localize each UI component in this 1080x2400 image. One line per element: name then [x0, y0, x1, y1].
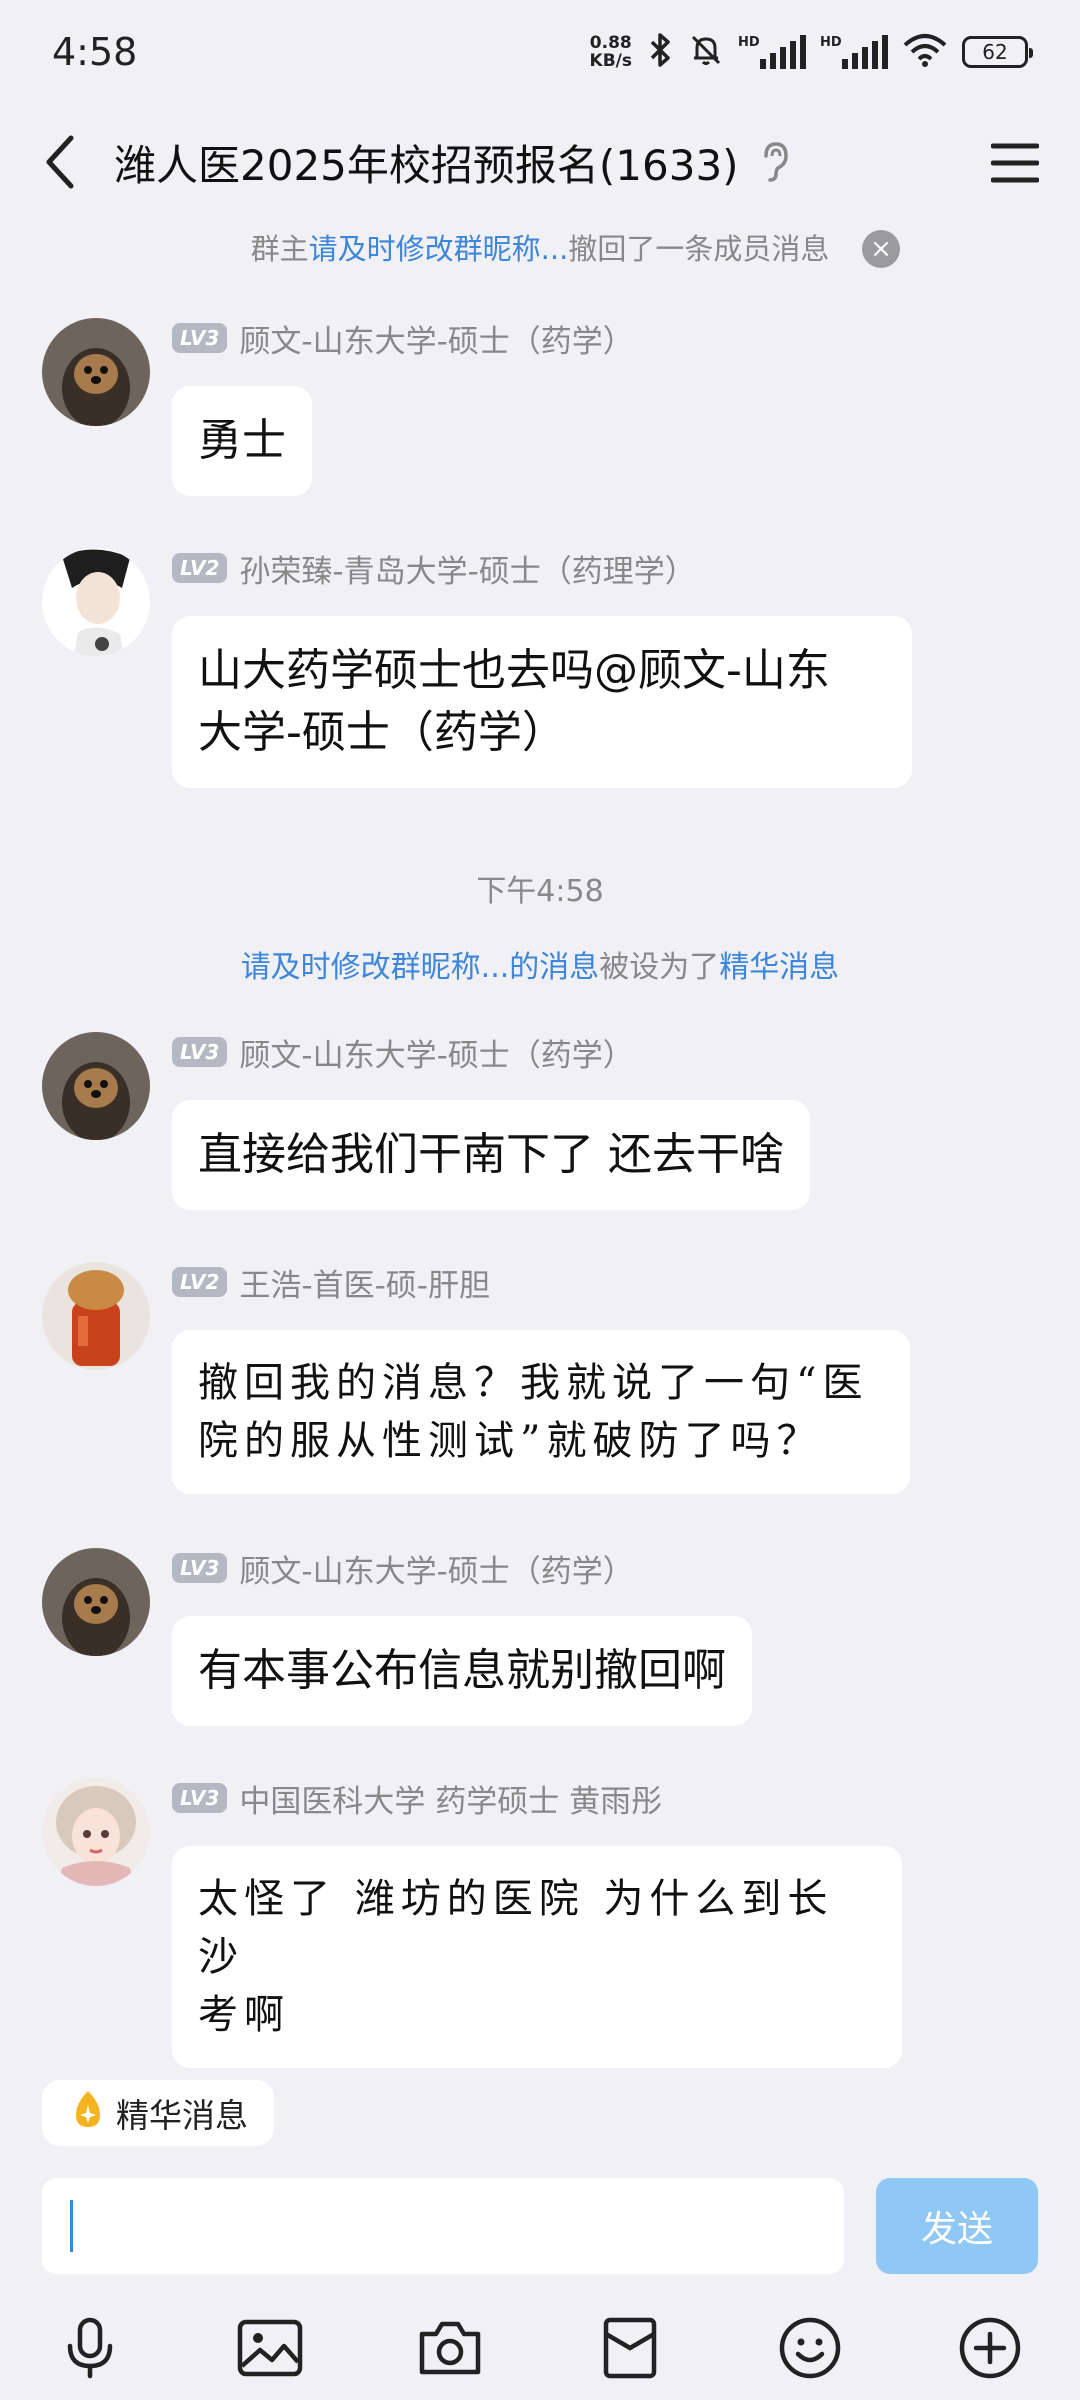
message-bubble[interactable]: 勇士 [172, 386, 312, 496]
essence-messages-chip[interactable]: 精华消息 [42, 2080, 274, 2146]
network-speed-value: 0.88 [589, 33, 632, 53]
message-line: 大学-硕士（药学） [198, 707, 566, 758]
wifi-icon [902, 33, 948, 71]
status-icons: 0.88 KB/s HD HD 62 [590, 32, 1033, 72]
message-meta: LV3 顾文-山东大学-硕士（药学） [172, 1546, 634, 1591]
status-time: 4:58 [52, 30, 138, 74]
red-packet-icon [602, 2316, 658, 2384]
microphone-icon [60, 2316, 120, 2384]
recall-notice-link[interactable]: 请及时修改群昵称... [309, 232, 569, 266]
level-badge: LV2 [172, 553, 228, 583]
message-bubble[interactable]: 山大药学硕士也去吗@顾文-山东 大学-硕士（药学） [172, 616, 912, 788]
sender-name[interactable]: 中国医科大学 药学硕士 黄雨彤 [239, 1776, 662, 1821]
sender-name[interactable]: 顾文-山东大学-硕士（药学） [239, 316, 633, 361]
status-bar: 4:58 0.88 KB/s HD HD 62 [0, 0, 1080, 110]
message-meta: LV3 中国医科大学 药学硕士 黄雨彤 [172, 1776, 662, 1821]
sender-name[interactable]: 顾文-山东大学-硕士（药学） [239, 1030, 633, 1075]
back-button[interactable] [30, 128, 90, 200]
send-button[interactable]: 发送 [876, 2178, 1038, 2274]
level-badge: LV3 [172, 1553, 228, 1583]
red-packet-button[interactable] [590, 2310, 670, 2390]
message-input[interactable] [42, 2178, 844, 2274]
mute-bell-icon [688, 32, 724, 72]
notice-close-button[interactable]: × [862, 230, 900, 268]
time-divider: 下午4:58 [476, 874, 604, 909]
sender-name[interactable]: 王浩-首医-硕-肝胆 [239, 1260, 490, 1305]
chat-header: 潍人医2025年校招预报名(1633) [0, 110, 1080, 220]
message-meta: LV2 王浩-首医-硕-肝胆 [172, 1260, 490, 1305]
essence-messages-label: 精华消息 [116, 2096, 248, 2135]
text-caret [70, 2200, 73, 2252]
level-badge: LV3 [172, 1783, 228, 1813]
emoji-icon [778, 2316, 842, 2384]
level-badge: LV2 [172, 1267, 228, 1297]
message-line: 院的服从性测试”就破防了吗？ [198, 1418, 823, 1464]
sender-name[interactable]: 顾文-山东大学-硕士（药学） [239, 1546, 633, 1591]
avatar[interactable] [42, 318, 150, 426]
camera-button[interactable] [410, 2310, 490, 2390]
message-meta: LV3 顾文-山东大学-硕士（药学） [172, 1030, 634, 1075]
avatar[interactable] [42, 1778, 150, 1886]
level-badge: LV3 [172, 1037, 228, 1067]
group-menu-button[interactable] [980, 130, 1050, 200]
flame-icon [70, 2089, 106, 2137]
message-bubble[interactable]: 有本事公布信息就别撤回啊 [172, 1616, 752, 1726]
close-icon: × [870, 234, 892, 264]
battery-level: 62 [982, 40, 1008, 64]
camera-icon [416, 2318, 484, 2382]
bluetooth-icon [646, 32, 674, 72]
message-line: 太怪了 潍坊的医院 为什么到长沙 [198, 1876, 834, 1980]
cellular-signal-icon-1: HD [738, 35, 806, 69]
chevron-left-icon [43, 134, 77, 194]
message-bubble[interactable]: 撤回我的消息？我就说了一句“医 院的服从性测试”就破防了吗？ [172, 1330, 910, 1494]
recall-notice: 群主请及时修改群昵称...撤回了一条成员消息 [250, 232, 830, 266]
essence-notice-message-link[interactable]: 的消息 [509, 950, 599, 985]
message-line: 撤回我的消息？我就说了一句“医 [198, 1360, 869, 1406]
message-bubble[interactable]: 直接给我们干南下了 还去干啥 [172, 1100, 810, 1210]
network-speed: 0.88 KB/s [590, 34, 632, 70]
voice-button[interactable] [50, 2310, 130, 2390]
essence-notice: 请及时修改群昵称...的消息被设为了精华消息 [240, 950, 840, 985]
group-title[interactable]: 潍人医2025年校招预报名(1633) [114, 132, 739, 193]
gallery-button[interactable] [230, 2310, 310, 2390]
message-bubble[interactable]: 太怪了 潍坊的医院 为什么到长沙 考啊 [172, 1846, 902, 2068]
message-line: 山大药学硕士也去吗@顾文-山东 [198, 645, 830, 696]
chat-area[interactable]: 群主请及时修改群昵称...撤回了一条成员消息 × LV3 顾文-山东大学-硕士（… [0, 220, 1080, 2070]
message-line: 考啊 [198, 1992, 290, 2038]
avatar[interactable] [42, 1262, 150, 1370]
more-button[interactable] [950, 2310, 1030, 2390]
avatar[interactable] [42, 1548, 150, 1656]
avatar[interactable] [42, 1032, 150, 1140]
ear-icon[interactable] [760, 140, 790, 188]
network-speed-unit: KB/s [589, 51, 632, 71]
message-meta: LV2 孙荣臻-青岛大学-硕士（药理学） [172, 546, 696, 591]
image-icon [236, 2318, 304, 2382]
message-meta: LV3 顾文-山东大学-硕士（药学） [172, 316, 634, 361]
essence-notice-link[interactable]: 请及时修改群昵称... [241, 950, 510, 985]
avatar[interactable] [42, 548, 150, 656]
sender-name[interactable]: 孙荣臻-青岛大学-硕士（药理学） [239, 546, 695, 591]
cellular-signal-icon-2: HD [820, 35, 888, 69]
hamburger-menu-icon [990, 142, 1040, 188]
essence-messages-link[interactable]: 精华消息 [719, 950, 839, 985]
battery-icon: 62 [962, 36, 1033, 68]
input-toolbar [0, 2300, 1080, 2400]
plus-icon [958, 2316, 1022, 2384]
level-badge: LV3 [172, 323, 228, 353]
emoji-button[interactable] [770, 2310, 850, 2390]
